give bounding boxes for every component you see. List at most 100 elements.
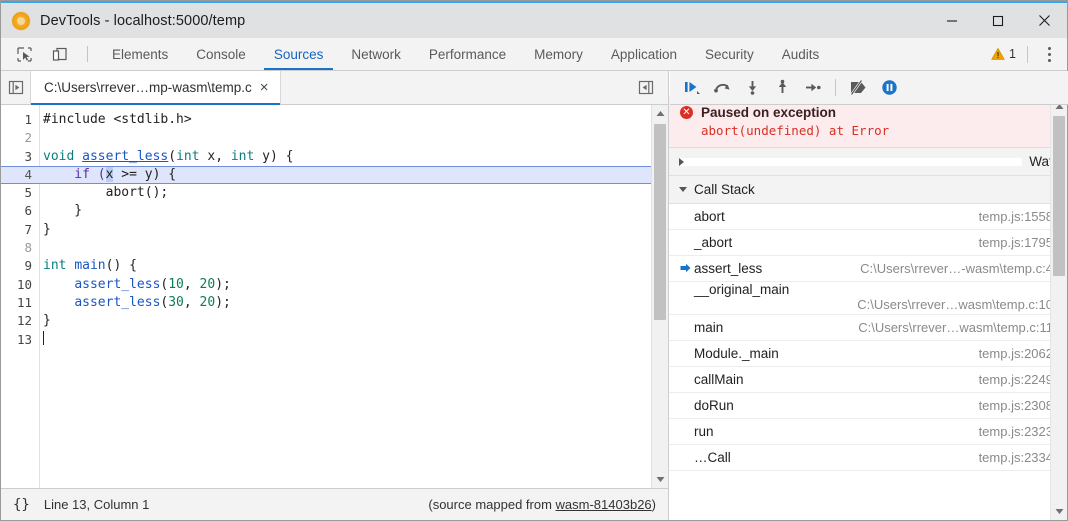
- sidebar-scrollbar[interactable]: [1050, 98, 1067, 520]
- call-stack-row[interactable]: aborttemp.js:1558: [669, 204, 1067, 230]
- code-text[interactable]: int main() {: [39, 257, 137, 275]
- call-stack-row[interactable]: Module._maintemp.js:2062: [669, 341, 1067, 367]
- show-navigator-icon[interactable]: [1, 71, 31, 104]
- code-text[interactable]: assert_less(30, 20);: [39, 294, 231, 312]
- line-number[interactable]: 12: [1, 312, 39, 330]
- line-number[interactable]: 5: [1, 184, 39, 202]
- format-source-icon[interactable]: {}: [13, 497, 30, 513]
- pause-on-exceptions-icon[interactable]: [875, 75, 903, 101]
- editor-scrollbar[interactable]: [651, 105, 668, 488]
- close-button[interactable]: [1021, 3, 1067, 38]
- line-number[interactable]: 4: [1, 166, 39, 184]
- line-number[interactable]: 13: [1, 331, 39, 349]
- scroll-up-button[interactable]: [652, 105, 668, 122]
- call-stack-row[interactable]: doRuntemp.js:2308: [669, 393, 1067, 419]
- call-stack-location[interactable]: temp.js:1558: [979, 209, 1053, 224]
- call-stack-location[interactable]: temp.js:2308: [979, 398, 1053, 413]
- code-line[interactable]: 11 assert_less(30, 20);: [1, 294, 651, 312]
- call-stack-location[interactable]: temp.js:2323: [979, 424, 1053, 439]
- call-stack-row[interactable]: callMaintemp.js:2249: [669, 367, 1067, 393]
- warning-indicator[interactable]: 1: [991, 47, 1016, 61]
- code-token: ,: [184, 277, 200, 292]
- step-icon[interactable]: [798, 75, 826, 101]
- code-text[interactable]: assert_less(10, 20);: [39, 276, 231, 294]
- line-number[interactable]: 11: [1, 294, 39, 312]
- call-stack-row[interactable]: …Calltemp.js:2334: [669, 445, 1067, 471]
- minimize-button[interactable]: [929, 3, 975, 38]
- code-text[interactable]: #include <stdlib.h>: [39, 111, 192, 129]
- code-line[interactable]: 6 }: [1, 202, 651, 220]
- call-stack-location[interactable]: C:\Users\rrever…wasm\temp.c:11: [858, 320, 1053, 335]
- code-line[interactable]: 5 abort();: [1, 184, 651, 202]
- code-line[interactable]: 1#include <stdlib.h>: [1, 111, 651, 129]
- tab-performance[interactable]: Performance: [415, 38, 520, 70]
- code-text[interactable]: }: [39, 221, 51, 239]
- step-out-icon[interactable]: [768, 75, 796, 101]
- show-debugger-icon[interactable]: [631, 80, 661, 95]
- call-stack-location[interactable]: temp.js:1795: [979, 235, 1053, 250]
- code-lines[interactable]: 1#include <stdlib.h>23void assert_less(i…: [1, 105, 651, 349]
- code-editor[interactable]: 1#include <stdlib.h>23void assert_less(i…: [1, 105, 668, 488]
- call-stack-location[interactable]: C:\Users\rrever…-wasm\temp.c:4: [860, 261, 1053, 276]
- call-stack-location[interactable]: temp.js:2249: [979, 372, 1053, 387]
- code-line[interactable]: 2: [1, 129, 651, 147]
- resume-icon[interactable]: [678, 75, 706, 101]
- call-stack-row[interactable]: __original_mainC:\Users\rrever…wasm\temp…: [669, 282, 1067, 315]
- code-line[interactable]: 10 assert_less(10, 20);: [1, 276, 651, 294]
- code-text[interactable]: abort();: [39, 184, 168, 202]
- editor-scrollbar-thumb[interactable]: [654, 124, 666, 320]
- line-number[interactable]: 2: [1, 129, 39, 147]
- code-text[interactable]: void assert_less(int x, int y) {: [39, 148, 293, 166]
- tab-sources[interactable]: Sources: [260, 38, 338, 70]
- line-number[interactable]: 6: [1, 202, 39, 220]
- call-stack-location[interactable]: C:\Users\rrever…wasm\temp.c:10: [680, 297, 1053, 312]
- maximize-button[interactable]: [975, 3, 1021, 38]
- line-number[interactable]: 8: [1, 239, 39, 257]
- code-line[interactable]: 12}: [1, 312, 651, 330]
- call-stack-location[interactable]: temp.js:2062: [979, 346, 1053, 361]
- step-into-icon[interactable]: [738, 75, 766, 101]
- section-header-watch[interactable]: Watch: [669, 148, 1067, 176]
- line-number[interactable]: 10: [1, 276, 39, 294]
- code-line[interactable]: 13: [1, 331, 651, 349]
- code-line[interactable]: 7}: [1, 221, 651, 239]
- step-over-icon[interactable]: [708, 75, 736, 101]
- inspect-element-icon[interactable]: [11, 41, 37, 67]
- tab-network[interactable]: Network: [337, 38, 415, 70]
- code-line[interactable]: 4 if (x >= y) {: [1, 166, 651, 184]
- device-toolbar-icon[interactable]: [46, 41, 72, 67]
- scroll-down-button[interactable]: [652, 471, 668, 488]
- sidebar-scroll-down-button[interactable]: [1051, 503, 1067, 520]
- line-number[interactable]: 3: [1, 148, 39, 166]
- code-text[interactable]: [39, 331, 44, 349]
- tab-console[interactable]: Console: [182, 38, 260, 70]
- file-tab-temp-c[interactable]: C:\Users\rrever…mp-wasm\temp.c ×: [31, 71, 281, 104]
- line-number[interactable]: 9: [1, 257, 39, 275]
- code-line[interactable]: 9int main() {: [1, 257, 651, 275]
- section-header-call-stack[interactable]: Call Stack: [669, 176, 1067, 204]
- sidebar-scrollbar-thumb[interactable]: [1053, 116, 1065, 276]
- call-stack-row[interactable]: assert_lessC:\Users\rrever…-wasm\temp.c:…: [669, 256, 1067, 282]
- code-text[interactable]: }: [39, 312, 51, 330]
- tab-elements[interactable]: Elements: [98, 38, 182, 70]
- deactivate-breakpoints-icon[interactable]: [845, 75, 873, 101]
- call-stack-row[interactable]: runtemp.js:2323: [669, 419, 1067, 445]
- call-stack-list[interactable]: aborttemp.js:1558_aborttemp.js:1795asser…: [669, 204, 1067, 520]
- call-stack-row[interactable]: mainC:\Users\rrever…wasm\temp.c:11: [669, 315, 1067, 341]
- kebab-menu-icon[interactable]: [1039, 47, 1059, 62]
- code-viewport[interactable]: 1#include <stdlib.h>23void assert_less(i…: [1, 105, 651, 488]
- call-stack-row[interactable]: _aborttemp.js:1795: [669, 230, 1067, 256]
- code-line[interactable]: 8: [1, 239, 651, 257]
- close-icon[interactable]: ×: [260, 80, 269, 95]
- call-stack-location[interactable]: temp.js:2334: [979, 450, 1053, 465]
- line-number[interactable]: 7: [1, 221, 39, 239]
- line-number[interactable]: 1: [1, 111, 39, 129]
- source-map-link[interactable]: wasm-81403b26: [556, 497, 652, 512]
- code-text[interactable]: }: [39, 202, 82, 220]
- tab-security[interactable]: Security: [691, 38, 768, 70]
- tab-application[interactable]: Application: [597, 38, 691, 70]
- tab-audits[interactable]: Audits: [768, 38, 834, 70]
- code-text[interactable]: if (x >= y) {: [39, 166, 176, 184]
- tab-memory[interactable]: Memory: [520, 38, 597, 70]
- code-line[interactable]: 3void assert_less(int x, int y) {: [1, 148, 651, 166]
